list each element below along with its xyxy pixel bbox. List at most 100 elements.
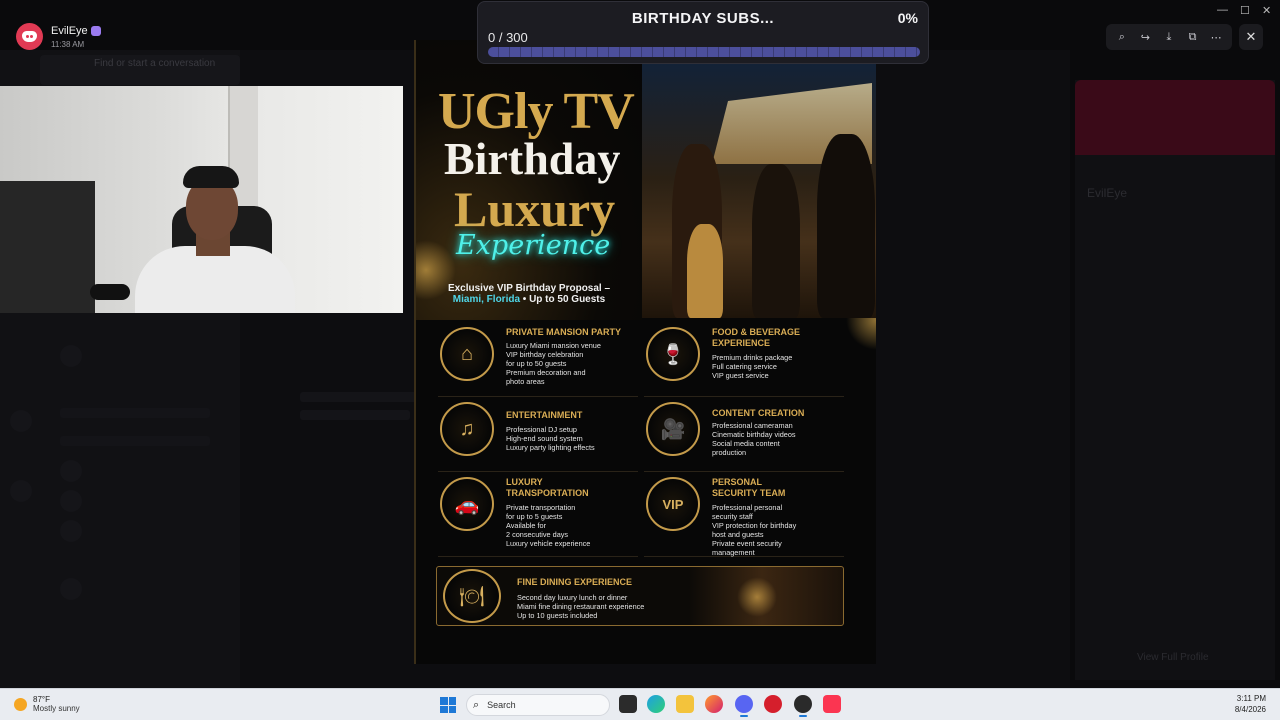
camera-icon: 🎥	[646, 402, 700, 456]
service-title: FINE DINING EXPERIENCE	[517, 577, 633, 587]
service-line: production	[712, 448, 747, 457]
service-line: Luxury party lighting effects	[506, 443, 595, 452]
media-toolbar: ⌕ ↪ ⤓ ⧉ ⋯	[1106, 24, 1232, 50]
search-icon: ⌕	[473, 698, 480, 711]
media-player-icon[interactable]	[764, 695, 782, 713]
service-line: management	[712, 548, 755, 557]
file-explorer-icon[interactable]	[676, 695, 694, 713]
system-clock[interactable]: 3:11 PM 8/4/2026	[1235, 693, 1266, 715]
service-title: ENTERTAINMENT	[506, 410, 583, 420]
more-icon[interactable]: ⋯	[1207, 31, 1225, 44]
service-entertainment: ♫ ENTERTAINMENT Professional DJ setup Hi…	[438, 402, 638, 472]
vip-shield-icon: VIP	[646, 477, 700, 531]
background-profile-panel: EvilEye View Full Profile	[1075, 80, 1275, 680]
service-food-beverage: 🍷 FOOD & BEVERAGE EXPERIENCE Premium dri…	[644, 327, 844, 397]
sun-icon	[14, 697, 27, 711]
webcam-shelf	[0, 181, 95, 313]
edge-icon[interactable]	[647, 695, 665, 713]
username[interactable]: EvilEye	[51, 25, 101, 37]
share-icon[interactable]: ↪	[1136, 31, 1154, 44]
background-row	[300, 392, 420, 402]
mansion-icon: ⌂	[440, 327, 494, 381]
flyer-subtitle-location: Miami, Florida • Up to 50 Guests	[416, 294, 642, 305]
flyer-title-experience: Experience	[456, 230, 611, 261]
discord-icon[interactable]	[735, 695, 753, 717]
photo-guest	[817, 134, 875, 318]
cloche-icon: 🍽	[443, 569, 501, 623]
goal-count: 0 / 300	[488, 30, 528, 45]
weather-widget[interactable]: 87°F Mostly sunny	[14, 695, 80, 713]
photo-guest	[752, 164, 800, 318]
dining-light-decoration	[737, 577, 777, 617]
webcam-sneaker	[90, 284, 130, 300]
service-line: Luxury vehicle experience	[506, 539, 591, 548]
discord-logo-icon	[22, 31, 37, 42]
flyer-title-birthday: Birthday	[444, 133, 621, 184]
window-close-button[interactable]: ✕	[1262, 4, 1271, 17]
background-avatar	[60, 520, 82, 542]
username-text: EvilEye	[51, 25, 88, 37]
flyer-subtitle: Exclusive VIP Birthday Proposal –	[447, 283, 611, 294]
service-line: VIP guest service	[712, 371, 769, 380]
webcam-person-body	[135, 246, 295, 313]
avatar[interactable]	[16, 23, 43, 50]
zoom-icon[interactable]: ⌕	[1113, 31, 1131, 44]
background-avatar	[60, 345, 82, 367]
nitro-badge-icon	[90, 26, 101, 36]
flyer-guest-count: • Up to 50 Guests	[520, 294, 606, 305]
background-row	[60, 408, 210, 418]
photo-guest-dress	[687, 224, 723, 318]
service-private-mansion-party: ⌂ PRIVATE MANSION PARTY Luxury Miami man…	[438, 327, 638, 397]
background-server-icon	[10, 410, 32, 432]
background-avatar	[60, 490, 82, 512]
background-avatar	[60, 578, 82, 600]
subscription-goal-widget: BIRTHDAY SUBS... 0% 0 / 300	[477, 1, 929, 64]
service-title: PRIVATE MANSION PARTY	[506, 327, 622, 337]
service-content-creation: 🎥 CONTENT CREATION Professional camerama…	[644, 402, 844, 472]
download-icon[interactable]: ⤓	[1160, 31, 1178, 44]
service-title: FOOD & BEVERAGE EXPERIENCE	[712, 327, 801, 348]
task-view-icon[interactable]	[619, 695, 637, 713]
view-full-profile-link[interactable]: View Full Profile	[1137, 652, 1209, 663]
car-icon: 🚗	[440, 477, 494, 531]
flyer-location: Miami, Florida	[452, 294, 521, 305]
open-external-icon[interactable]: ⧉	[1184, 31, 1202, 44]
profile-name: EvilEye	[1087, 186, 1128, 200]
service-fine-dining: 🍽 FINE DINING EXPERIENCE Second day luxu…	[436, 566, 844, 626]
webcam-person-bandana	[183, 166, 239, 188]
clock-date: 8/4/2026	[1234, 705, 1266, 714]
champagne-icon: 🍷	[646, 327, 700, 381]
goal-percent: 0%	[897, 10, 918, 26]
goal-progress-bar	[488, 47, 920, 57]
party-photo	[642, 64, 876, 318]
service-line: Up to 10 guests included	[517, 611, 598, 620]
service-title: PERSONAL SECURITY TEAM	[712, 477, 786, 498]
speaker-icon: ♫	[440, 402, 494, 456]
obs-icon[interactable]	[794, 695, 812, 717]
profile-banner	[1075, 80, 1275, 155]
taskbar: 87°F Mostly sunny ⌕ Search 3:11 PM 8/4/2…	[0, 688, 1280, 720]
background-server-icon	[10, 480, 32, 502]
service-personal-security: VIP PERSONAL SECURITY TEAM Professional …	[644, 477, 844, 557]
background-row	[300, 410, 410, 420]
apple-music-icon[interactable]	[823, 695, 841, 713]
flyer-image[interactable]: UGly TV Birthday Luxury Experience Exclu…	[414, 40, 876, 664]
search-label: Search	[487, 700, 516, 710]
weather-condition: Mostly sunny	[33, 704, 80, 713]
minimize-button[interactable]: —	[1217, 4, 1228, 16]
service-line: photo areas	[506, 377, 545, 386]
service-title: CONTENT CREATION	[712, 408, 805, 418]
close-viewer-button[interactable]: ✕	[1239, 24, 1263, 50]
background-row	[60, 436, 210, 446]
maximize-button[interactable]: ☐	[1240, 4, 1250, 17]
background-avatar	[60, 460, 82, 482]
taskbar-search[interactable]: ⌕ Search	[466, 694, 610, 716]
message-time: 11:38 AM	[51, 40, 85, 49]
clock-time: 3:11 PM	[1236, 694, 1266, 703]
firefox-icon[interactable]	[705, 695, 723, 713]
service-title: LUXURY TRANSPORTATION	[506, 477, 589, 498]
start-button[interactable]	[440, 697, 456, 713]
webcam-feed	[0, 86, 403, 313]
goal-title: BIRTHDAY SUBS...	[631, 10, 775, 27]
service-luxury-transportation: 🚗 LUXURY TRANSPORTATION Private transpor…	[438, 477, 638, 557]
